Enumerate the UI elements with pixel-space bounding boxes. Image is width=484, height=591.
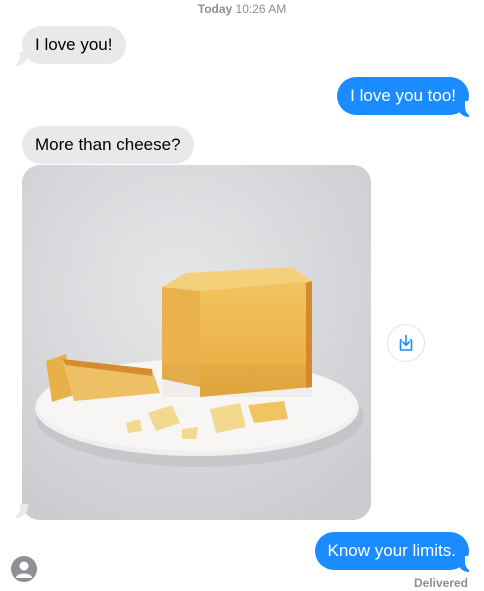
bubble-tail <box>457 556 477 572</box>
message-text: I love you too! <box>350 86 456 105</box>
save-download-icon <box>399 334 413 351</box>
bubble-tail <box>8 50 28 66</box>
save-image-button[interactable] <box>387 324 425 362</box>
received-message-bubble[interactable]: I love you! <box>22 26 126 64</box>
timestamp-time: 10:26 AM <box>235 2 287 16</box>
sent-message-bubble[interactable]: Know your limits. <box>314 532 469 570</box>
cheese-photo <box>22 165 371 520</box>
message-text: I love you! <box>35 35 113 54</box>
delivered-status: Delivered <box>413 576 468 590</box>
bubble-tail <box>8 502 28 518</box>
received-message-bubble[interactable]: More than cheese? <box>22 126 194 164</box>
bubble-tail <box>457 101 477 117</box>
message-text: More than cheese? <box>35 135 181 154</box>
message-text: Know your limits. <box>327 541 456 560</box>
person-icon <box>16 561 32 578</box>
message-timestamp: Today 10:26 AM <box>0 2 484 16</box>
sent-message-bubble[interactable]: I love you too! <box>337 77 469 115</box>
timestamp-day: Today <box>197 2 233 16</box>
cheese-photo-attachment[interactable] <box>22 165 371 520</box>
contact-avatar[interactable] <box>11 556 37 582</box>
